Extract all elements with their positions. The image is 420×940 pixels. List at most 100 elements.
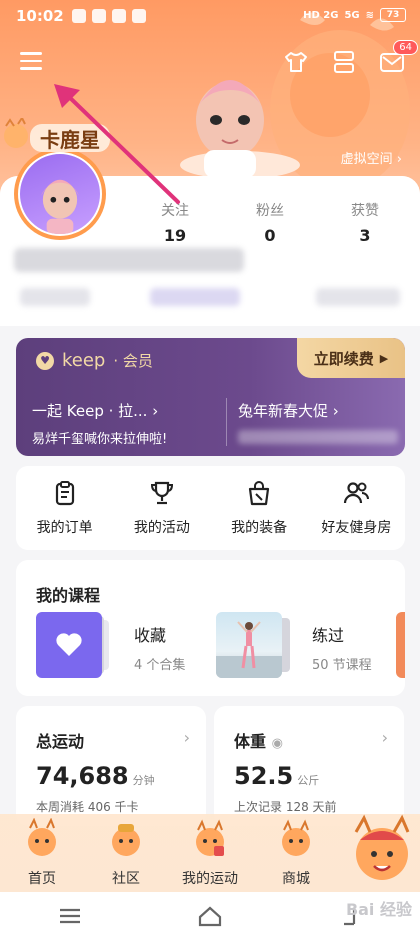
profile-tab-mascot[interactable] <box>344 814 420 892</box>
quick-action-label: 好友健身房 <box>321 520 392 536</box>
app-notification-icon <box>71 9 86 23</box>
mail-button[interactable]: 64 <box>378 40 418 76</box>
course-title[interactable]: 练过 <box>312 622 344 646</box>
wifi-icon: ≋ <box>365 9 374 21</box>
course-subtitle: 50 节课程 <box>312 658 372 673</box>
course-subtitle: 4 个合集 <box>134 658 186 673</box>
tab-label: 商城 <box>282 871 310 887</box>
tab-label: 首页 <box>28 871 56 887</box>
favorites-tile[interactable] <box>36 612 102 678</box>
keep-brand: keep <box>62 350 106 371</box>
deer-mascot-icon <box>282 819 310 856</box>
chevron-right-icon: › <box>381 728 388 747</box>
vip-membership-card[interactable]: ♥ keep · 会员 立即续费 ▶ 一起 Keep · 拉... › 易烊千玺… <box>16 338 405 456</box>
tab-my-sport[interactable]: 我的运动 <box>168 814 252 892</box>
deer-mascot-icon <box>28 817 56 856</box>
tab-label: 我的运动 <box>182 871 238 887</box>
bag-icon <box>249 481 270 506</box>
home-nav-icon[interactable] <box>194 904 226 928</box>
deer-mascot-icon <box>112 824 140 856</box>
play-arrow-icon: ▶ <box>379 351 389 365</box>
hamburger-menu-icon[interactable] <box>20 52 42 72</box>
my-courses-card: 我的课程 收藏 4 个合集 练过 50 节课程 <box>16 560 405 696</box>
blurred-info <box>150 288 240 306</box>
heart-icon: ♥ <box>36 351 54 370</box>
friends-gym-button[interactable]: 好友健身房 <box>310 479 402 537</box>
blurred-promo-text <box>238 430 398 444</box>
course-title[interactable]: 收藏 <box>134 622 166 646</box>
quick-action-label: 我的活动 <box>133 520 190 536</box>
bottom-tab-bar: 首页 社区 我的运动 商城 <box>0 814 420 892</box>
notification-badge: 64 <box>393 40 418 55</box>
section-title: 我的课程 <box>36 586 101 605</box>
battery-icon: 73 <box>380 8 406 22</box>
quick-action-label: 我的订单 <box>36 520 93 536</box>
virtual-space-link[interactable]: 虚拟空间 › <box>341 148 402 167</box>
weight-card[interactable]: 体重 ◉ › 52.5 公斤 上次记录 128 天前 <box>214 706 404 826</box>
blurred-info <box>316 288 400 306</box>
weight-value: 52.5 <box>234 762 294 790</box>
scan-devices-icon[interactable] <box>330 48 358 76</box>
heart-icon <box>56 633 82 656</box>
trophy-icon <box>150 481 173 505</box>
stack-decoration <box>104 620 109 670</box>
vip-promo-subtitle: 易烊千玺喊你来拉伸啦! <box>32 432 168 447</box>
deer-mascot-icon <box>196 819 224 856</box>
vip-brand-suffix: · 会员 <box>113 352 153 370</box>
my-equipment-button[interactable]: 我的装备 <box>213 479 305 537</box>
tab-shop[interactable]: 商城 <box>254 814 338 892</box>
card-value: 74,688 分钟 <box>36 762 155 790</box>
app-notification-icon <box>131 9 146 23</box>
course-tile-partial[interactable] <box>396 612 405 678</box>
divider <box>226 398 227 446</box>
tab-label: 社区 <box>112 871 140 887</box>
network-label-left: HD 2G <box>303 9 339 21</box>
renew-button[interactable]: 立即续费 ▶ <box>297 338 405 378</box>
renew-label: 立即续费 <box>313 349 374 368</box>
stat-label: 粉丝 <box>256 203 284 219</box>
stack-decoration <box>282 618 290 672</box>
quick-action-label: 我的装备 <box>231 520 288 536</box>
card-title: 总运动 <box>36 732 85 751</box>
stat-value: 19 <box>163 226 187 245</box>
annotation-arrow <box>54 84 180 204</box>
tshirt-icon[interactable] <box>282 48 310 76</box>
total-sport-card[interactable]: 总运动 › 74,688 分钟 本周消耗 406 千卡 <box>16 706 206 826</box>
sport-unit: 分钟 <box>132 774 155 787</box>
app-notification-icon <box>91 9 106 23</box>
stat-likes[interactable]: 获赞 3 <box>330 200 400 245</box>
sport-value: 74,688 <box>36 762 129 790</box>
chat-notification-icon <box>111 9 126 23</box>
card-value: 52.5 公斤 <box>234 762 319 790</box>
baidu-watermark: Bai 经验 <box>345 900 412 919</box>
chevron-right-icon: › <box>183 728 190 747</box>
status-time: 10:02 <box>16 7 64 25</box>
quick-actions: 我的订单 我的活动 我的装备 好友健身房 <box>16 466 405 550</box>
status-bar: 10:02 HD 2G 5G ≋ 73 <box>0 0 420 32</box>
stat-value: 0 <box>264 226 276 245</box>
blurred-username <box>14 248 244 272</box>
trained-course-thumbnail[interactable] <box>216 612 282 678</box>
network-label-right: 5G <box>344 9 360 21</box>
my-activities-button[interactable]: 我的活动 <box>116 479 208 537</box>
vip-promo-right[interactable]: 兔年新春大促 › <box>238 400 339 421</box>
tab-home[interactable]: 首页 <box>0 814 84 892</box>
tab-community[interactable]: 社区 <box>84 814 168 892</box>
battery-level: 73 <box>386 10 400 20</box>
vip-promo-left[interactable]: 一起 Keep · 拉... › <box>32 400 158 421</box>
eye-icon: ◉ <box>271 736 283 751</box>
stat-label: 获赞 <box>351 203 379 219</box>
weight-unit: 公斤 <box>297 774 320 787</box>
card-subtitle: 上次记录 128 天前 <box>234 800 337 814</box>
card-title: 体重 ◉ <box>234 728 283 752</box>
my-orders-button[interactable]: 我的订单 <box>19 479 111 537</box>
weight-title: 体重 <box>234 732 267 751</box>
stat-followers[interactable]: 粉丝 0 <box>235 200 305 245</box>
vip-logo: ♥ keep · 会员 <box>36 350 153 371</box>
friends-icon <box>344 482 370 504</box>
clipboard-icon <box>55 481 74 506</box>
blurred-info <box>20 288 90 306</box>
card-subtitle: 本周消耗 406 千卡 <box>36 800 139 814</box>
stat-value: 3 <box>359 226 371 245</box>
menu-nav-icon[interactable] <box>54 904 86 928</box>
